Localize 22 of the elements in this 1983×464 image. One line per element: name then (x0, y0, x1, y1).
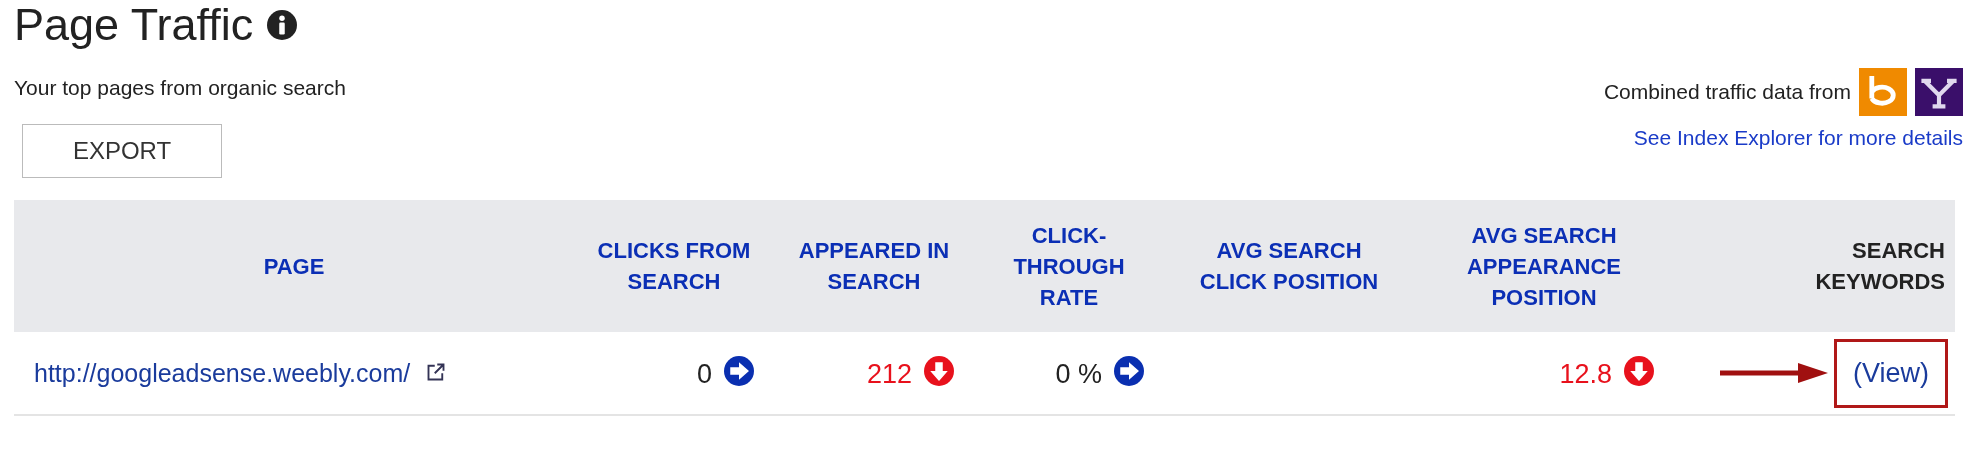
info-icon[interactable] (267, 10, 298, 40)
column-header[interactable]: AVG SEARCH CLICK POSITION (1164, 200, 1414, 332)
metric-value: 12.8 (1559, 359, 1612, 389)
b-logo-icon (1859, 68, 1907, 116)
y-logo-icon (1915, 68, 1963, 116)
column-header[interactable]: CLICK-THROUGH RATE (974, 200, 1164, 332)
column-header[interactable]: APPEARED IN SEARCH (774, 200, 974, 332)
metric-value: 0 (696, 359, 712, 389)
metric-value: 212 (866, 359, 912, 389)
export-button[interactable]: EXPORT (22, 124, 222, 178)
page-link[interactable]: http://googleadsense.weebly.com/ (34, 358, 411, 387)
view-keywords-link[interactable]: (View) (1833, 338, 1948, 408)
column-header[interactable]: AVG SEARCH APPEARANCE POSITION (1414, 200, 1674, 332)
column-header: SEARCH KEYWORDS (1674, 200, 1955, 332)
page-title: Page Traffic (14, 0, 254, 50)
metric-value: 0 % (1055, 359, 1102, 389)
column-header[interactable]: CLICKS FROM SEARCH (574, 200, 774, 332)
subtitle: Your top pages from organic search (14, 76, 346, 100)
column-header[interactable]: PAGE (14, 200, 574, 332)
index-explorer-link[interactable]: See Index Explorer for more details (1633, 126, 1963, 150)
external-link-icon[interactable] (426, 361, 447, 382)
sources-label: Combined traffic data from (1603, 80, 1851, 104)
